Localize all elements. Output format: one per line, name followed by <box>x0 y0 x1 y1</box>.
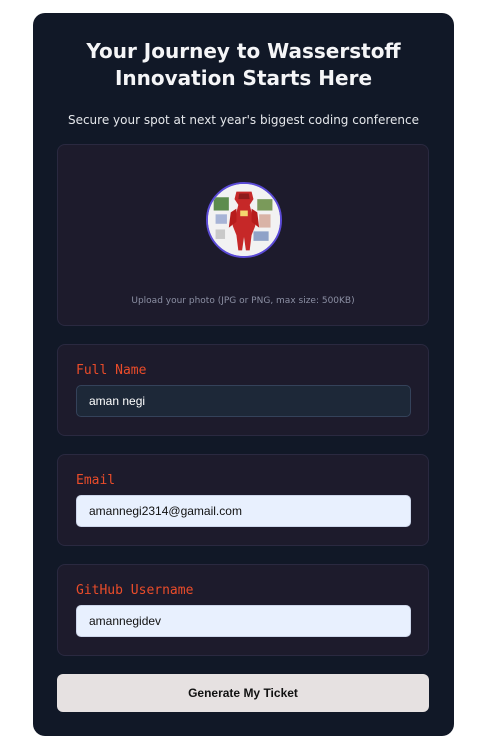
title-line-1: Your Journey to Wasserstoff <box>86 39 401 63</box>
full-name-label: Full Name <box>76 363 147 378</box>
github-username-section: GitHub Username <box>57 564 429 656</box>
generate-ticket-button[interactable]: Generate My Ticket <box>57 674 429 712</box>
photo-upload-area[interactable]: Upload your photo (JPG or PNG, max size:… <box>57 144 429 326</box>
avatar-image <box>208 184 280 256</box>
page-title: Your Journey to Wasserstoff Innovation S… <box>33 38 454 92</box>
full-name-input[interactable] <box>76 385 411 417</box>
github-username-label: GitHub Username <box>76 583 194 598</box>
email-input[interactable] <box>76 495 411 527</box>
avatar-preview[interactable] <box>206 182 282 258</box>
email-section: Email <box>57 454 429 546</box>
full-name-section: Full Name <box>57 344 429 436</box>
github-username-input[interactable] <box>76 605 411 637</box>
page-subtitle: Secure your spot at next year's biggest … <box>67 113 420 127</box>
ticket-form-card: Your Journey to Wasserstoff Innovation S… <box>33 13 454 736</box>
title-line-2: Innovation Starts Here <box>114 66 373 90</box>
email-label: Email <box>76 473 116 488</box>
upload-hint: Upload your photo (JPG or PNG, max size:… <box>131 296 355 306</box>
